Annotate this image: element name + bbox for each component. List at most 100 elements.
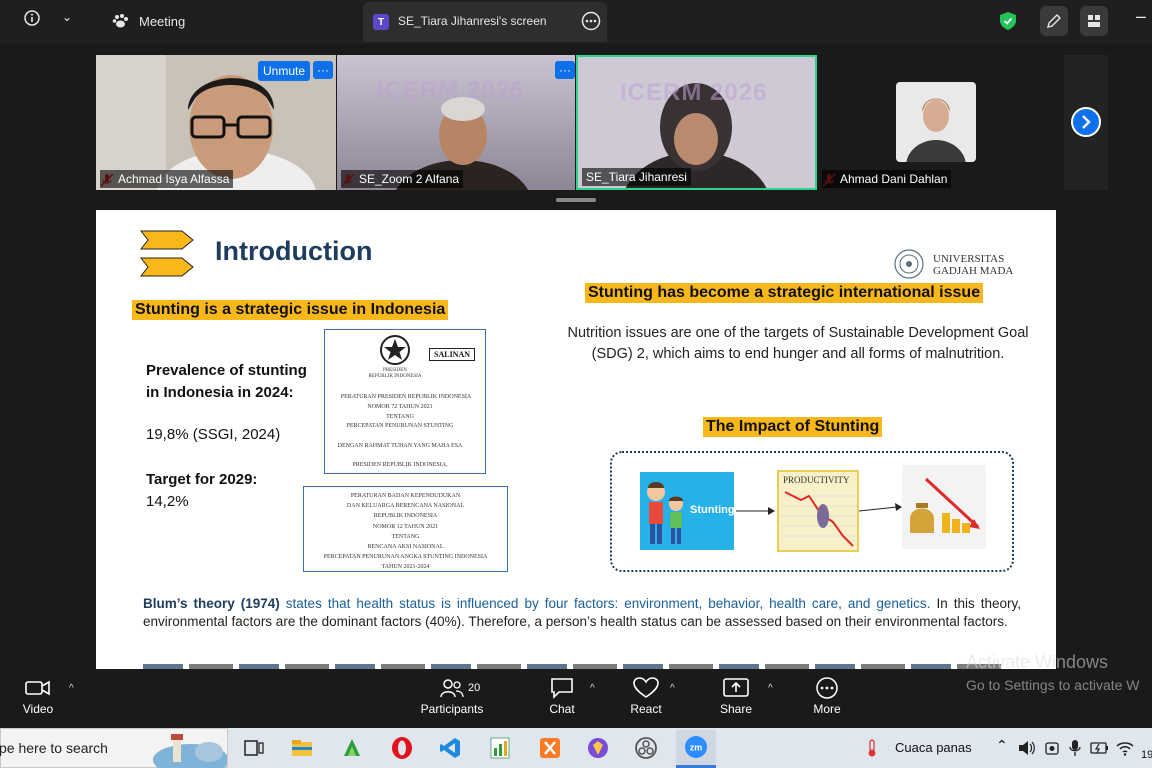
- right-heading: Stunting has become a strategic internat…: [585, 283, 984, 303]
- video-tile-2[interactable]: ICERM 2026 ··· SE_Zoom 2 Alfana: [337, 55, 575, 190]
- react-button[interactable]: React: [630, 677, 662, 716]
- share-options-caret[interactable]: ^: [768, 683, 773, 694]
- video-tile-3-active-speaker[interactable]: ICERM 2026 SE_Tiara Jihanresi: [576, 55, 817, 190]
- activation-watermark-line1: Activate Windows: [966, 652, 1109, 672]
- svg-text:zm: zm: [690, 743, 703, 753]
- participant-avatar: [896, 82, 976, 162]
- activation-watermark-line2: Go to Settings to activate W: [966, 677, 1140, 693]
- participant-name: Achmad Isya Alfassa: [100, 170, 234, 188]
- video-camera-icon: [25, 680, 50, 696]
- vpn-app-icon[interactable]: [586, 736, 610, 760]
- battery-plug-icon[interactable]: [1090, 740, 1110, 756]
- blum-paragraph: Blum’s theory (1974) states that health …: [143, 595, 1021, 630]
- participant-name: SE_Zoom 2 Alfana: [341, 170, 464, 188]
- sdg-paragraph: Nutrition issues are one of the targets …: [567, 325, 1029, 362]
- blum-bold: Blum’s theory (1974): [143, 596, 280, 611]
- target-value: 14,2%: [146, 493, 189, 510]
- ugm-name-line1: UNIVERSITAS: [933, 253, 1005, 265]
- clock-text[interactable]: 19: [1141, 749, 1152, 761]
- share-button[interactable]: Share: [718, 677, 754, 716]
- zoom-app-icon: zm: [685, 736, 707, 758]
- share-screen-icon: [723, 678, 749, 697]
- regulation-document-1: SALINAN PRESIDEN REPUBLIK INDONESIA PERA…: [324, 329, 486, 474]
- encryption-shield-icon[interactable]: [1000, 12, 1016, 30]
- doc-line: DENGAN RAHMAT TUHAN YANG MAHA ESA: [337, 443, 463, 449]
- apps-grid-icon: [1088, 15, 1100, 27]
- blum-blue: states that health status is influenced …: [279, 596, 931, 611]
- video-label: Video: [22, 702, 54, 716]
- chevron-right-icon: [1082, 115, 1091, 129]
- microphone-icon[interactable]: [1068, 739, 1082, 757]
- share-options-icon[interactable]: [581, 11, 601, 31]
- money-decline-image: [902, 465, 986, 549]
- taskbar-search-box[interactable]: pe here to search: [0, 728, 228, 768]
- windows-taskbar: pe here to search zm Cuaca panas ⌃ 19: [0, 728, 1152, 768]
- video-button[interactable]: Video: [22, 677, 54, 716]
- more-button[interactable]: More: [811, 677, 843, 716]
- doc-line: PERCEPATAN PENURUNAN ANGKA STUNTING INDO…: [323, 554, 488, 561]
- chat-bubble-icon: [551, 678, 573, 699]
- doc-line: NOMOR 72 TAHUN 2021: [367, 404, 433, 410]
- apps-button[interactable]: [1080, 6, 1108, 36]
- resize-handle[interactable]: [556, 198, 596, 202]
- chevron-down-icon[interactable]: ⌄: [62, 10, 72, 24]
- coreldraw-icon[interactable]: [340, 736, 364, 760]
- more-dots-icon: [816, 677, 838, 699]
- pencil-icon: [1047, 14, 1061, 28]
- charts-app-icon[interactable]: [488, 736, 512, 760]
- doc-line: PERCEPATAN PENURUNAN STUNTING: [346, 423, 454, 429]
- impact-heading: The Impact of Stunting: [703, 417, 883, 437]
- video-options-caret[interactable]: ^: [69, 683, 74, 694]
- speaker-icon[interactable]: [1018, 740, 1036, 756]
- doc-line: RENCANA AKSI NASIONAL: [367, 544, 444, 551]
- backdrop-text: ICERM 2026: [377, 77, 525, 104]
- meeting-menu[interactable]: Meeting: [112, 13, 185, 29]
- doc-line: PERATURAN PRESIDEN REPUBLIK INDONESIA: [340, 394, 472, 400]
- chevron-up-icon[interactable]: ⌃: [996, 737, 1008, 754]
- obs-icon[interactable]: [634, 736, 658, 760]
- tile-1-options: ···: [313, 61, 333, 79]
- stunting-image: Stunting: [640, 472, 735, 550]
- participants-icon: [440, 679, 464, 698]
- chat-options-caret[interactable]: ^: [590, 683, 595, 694]
- doc-line: DAN KELUARGA BERENCANA NASIONAL: [346, 503, 465, 510]
- ugm-logo-icon: [894, 249, 924, 279]
- react-options-caret[interactable]: ^: [670, 683, 675, 694]
- target-label: Target for 2029:: [146, 471, 258, 488]
- vscode-icon[interactable]: [438, 736, 462, 760]
- annotate-button[interactable]: [1040, 6, 1068, 36]
- backdrop-text: ICERM 2026: [620, 79, 768, 106]
- camera-tray-icon[interactable]: [1044, 740, 1060, 756]
- garuda-emblem-icon: [380, 335, 410, 365]
- zoom-taskbar-button[interactable]: zm: [676, 730, 716, 768]
- opera-icon[interactable]: [390, 736, 414, 760]
- arrow-right-icon: [736, 507, 775, 515]
- task-view-icon[interactable]: [242, 736, 266, 760]
- more-label: More: [813, 702, 841, 716]
- chat-button[interactable]: Chat: [546, 677, 578, 716]
- info-icon[interactable]: [24, 10, 40, 26]
- paw-icon: [112, 14, 128, 28]
- video-tile-4[interactable]: Ahmad Dani Dahlan: [818, 55, 1064, 190]
- arrow-right-icon: [859, 503, 902, 512]
- minimize-icon[interactable]: –: [1136, 6, 1146, 27]
- declining-chart-icon: [781, 491, 857, 547]
- left-heading: Stunting is a strategic issue in Indones…: [132, 300, 449, 320]
- weather-text[interactable]: Cuaca panas: [895, 740, 972, 755]
- tile-more-button[interactable]: ···: [313, 61, 333, 79]
- tile-more-button[interactable]: ···: [555, 61, 575, 79]
- salinan-stamp: SALINAN: [429, 348, 476, 361]
- stunting-label: Stunting: [690, 504, 735, 516]
- ugm-name-line2: GADJAH MADA: [933, 265, 1014, 277]
- doc-line: REPUBLIK INDONESIA: [373, 513, 438, 520]
- doc-line: PRESIDEN REPUBLIK INDONESIA,: [352, 462, 448, 468]
- file-explorer-icon[interactable]: [290, 736, 314, 760]
- next-page-button[interactable]: [1071, 107, 1101, 137]
- prevalence-value: 19,8% (SSGI, 2024): [146, 426, 281, 443]
- participants-label: Participants: [420, 702, 484, 716]
- wifi-icon[interactable]: [1116, 740, 1134, 756]
- xampp-icon[interactable]: [538, 736, 562, 760]
- unmute-button[interactable]: Unmute: [258, 61, 311, 81]
- doc-line: PERATURAN BADAN KEPENDUDUKAN: [350, 493, 461, 499]
- search-highlight-image: [153, 734, 227, 768]
